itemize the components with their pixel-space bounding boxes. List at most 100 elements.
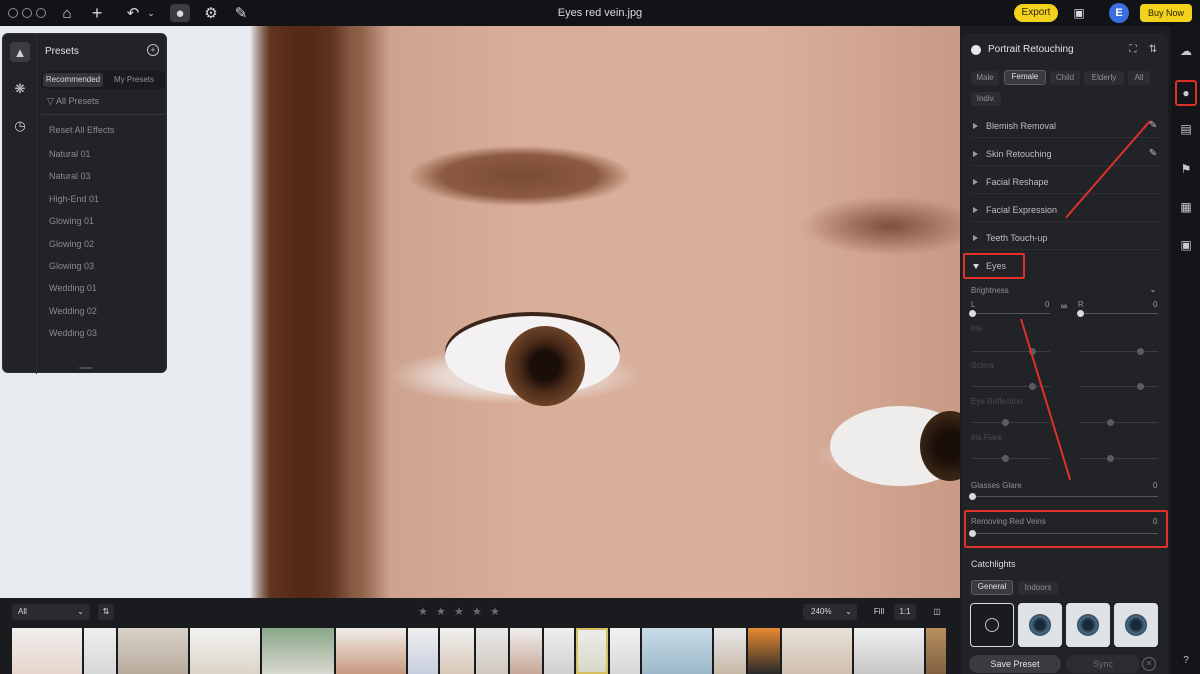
thumbnail[interactable] — [336, 628, 406, 674]
red-vein-knob[interactable] — [969, 530, 976, 537]
preset-item[interactable]: Natural 03 — [49, 171, 91, 181]
red-vein-slider[interactable] — [972, 533, 1158, 534]
maximize-window-icon[interactable] — [36, 8, 46, 18]
sync-button[interactable]: Sync — [1066, 655, 1140, 673]
save-preset-button[interactable]: Save Preset — [969, 655, 1061, 673]
undo-icon[interactable]: ↶ — [124, 4, 142, 22]
thumbnail[interactable] — [854, 628, 924, 674]
face-detect-icon[interactable]: ⛶ — [1126, 43, 1140, 57]
tab-indoors[interactable]: Indoors — [1018, 581, 1058, 595]
export-button[interactable]: Export — [1014, 4, 1058, 22]
iris-flare-left-slider[interactable] — [972, 458, 1050, 459]
link-icon[interactable]: ∞ — [1057, 299, 1071, 313]
sclera-right-slider[interactable] — [1080, 386, 1158, 387]
preset-item[interactable]: Wedding 02 — [49, 306, 97, 316]
brush-tool-icon[interactable]: ⚙ — [202, 4, 220, 22]
glasses-glare-slider[interactable] — [972, 496, 1158, 497]
gear-icon[interactable]: ❋ — [10, 79, 30, 99]
star-icon[interactable]: ★ — [436, 605, 446, 618]
face-tool-icon[interactable]: ● — [170, 4, 190, 22]
compare-icon[interactable]: ◫ — [928, 604, 946, 620]
thumbnail[interactable] — [714, 628, 746, 674]
clothing-icon[interactable]: ⚑ — [1177, 160, 1195, 178]
thumbnail[interactable] — [118, 628, 188, 674]
add-preset-icon[interactable]: + — [147, 44, 159, 56]
toggle-icon[interactable]: ⇅ — [1146, 43, 1160, 57]
buy-now-button[interactable]: Buy Now — [1140, 4, 1192, 22]
edit-icon[interactable]: ✎ — [1146, 147, 1160, 161]
section-blemish-removal[interactable]: Blemish Removal — [972, 115, 1162, 137]
slider-knob[interactable] — [1107, 455, 1114, 462]
iris-left-slider[interactable] — [972, 351, 1050, 352]
slider-knob[interactable] — [1029, 383, 1036, 390]
adjust-icon[interactable]: ▤ — [1177, 120, 1195, 138]
section-facial-reshape[interactable]: Facial Reshape — [972, 171, 1162, 193]
all-presets-filter[interactable]: ▽ All Presets — [47, 96, 99, 107]
close-icon[interactable]: ✕ — [1142, 657, 1156, 671]
iris-flare-right-slider[interactable] — [1080, 458, 1158, 459]
star-icon[interactable]: ★ — [454, 605, 464, 618]
chip-individual[interactable]: Indiv. — [971, 92, 1001, 106]
close-window-icon[interactable] — [8, 8, 18, 18]
preset-item[interactable]: Reset All Effects — [49, 125, 114, 135]
star-icon[interactable]: ★ — [418, 605, 428, 618]
thumbnail[interactable] — [748, 628, 780, 674]
brightness-left-slider[interactable] — [972, 313, 1050, 314]
thumbnail[interactable] — [440, 628, 474, 674]
zoom-select[interactable]: 240%⌄ — [803, 604, 857, 620]
brightness-left-knob[interactable] — [969, 310, 976, 317]
catchlight-option[interactable] — [1114, 603, 1158, 647]
preset-item[interactable]: High-End 01 — [49, 194, 99, 204]
glasses-glare-knob[interactable] — [969, 493, 976, 500]
home-icon[interactable]: ⌂ — [58, 4, 76, 22]
tab-recommended[interactable]: Recommended — [43, 73, 103, 87]
thumbnail[interactable] — [782, 628, 852, 674]
tab-general[interactable]: General — [971, 580, 1013, 595]
thumbnail[interactable] — [84, 628, 116, 674]
thumbnail[interactable] — [642, 628, 712, 674]
preset-item[interactable]: Wedding 01 — [49, 283, 97, 293]
slider-knob[interactable] — [1137, 383, 1144, 390]
catchlight-option[interactable] — [1018, 603, 1062, 647]
chip-child[interactable]: Child — [1050, 71, 1080, 85]
history-icon[interactable]: ◷ — [10, 116, 30, 136]
chip-all[interactable]: All — [1128, 71, 1150, 85]
catchlight-option[interactable] — [1066, 603, 1110, 647]
sclera-left-slider[interactable] — [972, 386, 1050, 387]
eraser-tool-icon[interactable]: ✎ — [232, 4, 250, 22]
chip-male[interactable]: Male — [971, 71, 999, 85]
chevron-down-icon[interactable]: ⌄ — [142, 4, 160, 22]
star-icon[interactable]: ★ — [472, 605, 482, 618]
fit-button[interactable]: Fill — [868, 604, 890, 620]
thumbnail[interactable] — [510, 628, 542, 674]
tab-my-presets[interactable]: My Presets — [105, 73, 163, 87]
thumbnail[interactable] — [544, 628, 574, 674]
preset-item[interactable]: Glowing 01 — [49, 216, 94, 226]
preset-item[interactable]: Natural 01 — [49, 149, 91, 159]
sort-icon[interactable]: ⇅ — [98, 604, 114, 620]
iris-right-slider[interactable] — [1080, 351, 1158, 352]
add-icon[interactable]: + — [88, 4, 106, 22]
chip-elderly[interactable]: Elderly — [1084, 71, 1124, 85]
thumbnail[interactable] — [262, 628, 334, 674]
thumbnail-selected[interactable] — [576, 628, 608, 674]
minimize-window-icon[interactable] — [22, 8, 32, 18]
preset-item[interactable]: Glowing 02 — [49, 239, 94, 249]
preset-item[interactable]: Wedding 03 — [49, 328, 97, 338]
brightness-right-knob[interactable] — [1077, 310, 1084, 317]
thumbnail[interactable] — [476, 628, 508, 674]
thumbnail[interactable] — [926, 628, 946, 674]
slider-knob[interactable] — [1002, 419, 1009, 426]
help-icon[interactable]: ? — [1177, 652, 1195, 670]
brightness-right-slider[interactable] — [1080, 313, 1158, 314]
thumbnail[interactable] — [12, 628, 82, 674]
slider-knob[interactable] — [1002, 455, 1009, 462]
portrait-tool-icon[interactable]: ● — [1175, 80, 1197, 106]
chip-female[interactable]: Female — [1004, 70, 1046, 85]
eye-reflection-right-slider[interactable] — [1080, 422, 1158, 423]
eye-reflection-left-slider[interactable] — [972, 422, 1050, 423]
thumbnail[interactable] — [610, 628, 640, 674]
thumbnail[interactable] — [408, 628, 438, 674]
camera-icon[interactable]: ▣ — [1177, 236, 1195, 254]
presets-icon[interactable]: ▲ — [10, 42, 30, 62]
